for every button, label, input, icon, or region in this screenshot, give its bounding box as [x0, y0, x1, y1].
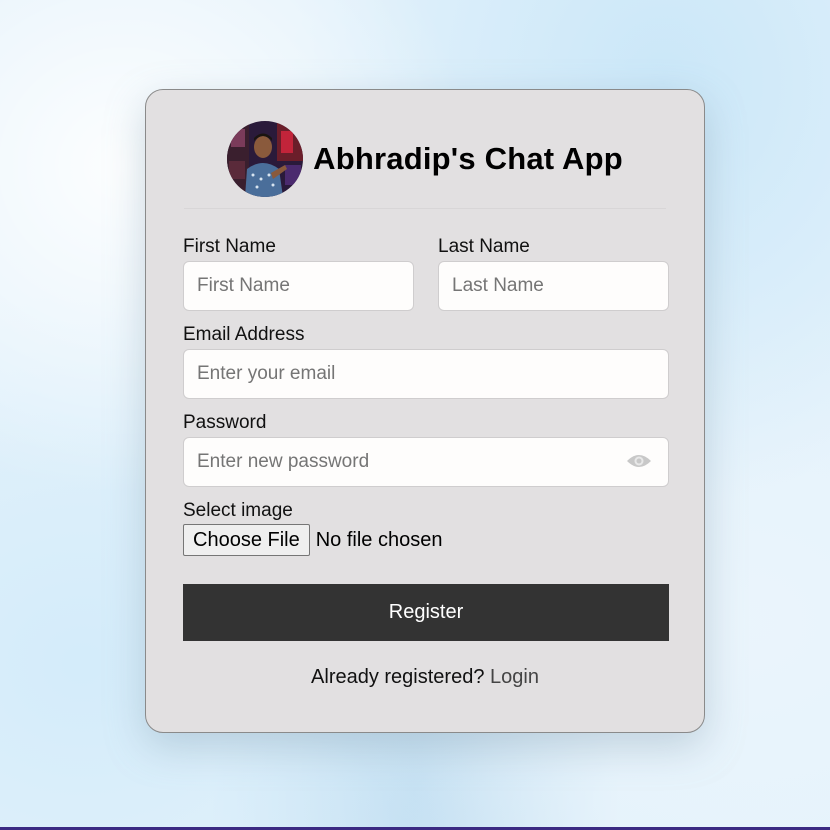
- login-prompt: Already registered? Login: [146, 666, 704, 689]
- login-prompt-text: Already registered?: [311, 666, 485, 688]
- password-label: Password: [183, 412, 267, 433]
- register-button[interactable]: Register: [183, 584, 669, 641]
- image-file-picker: Choose File No file chosen: [183, 524, 442, 556]
- app-header: Abhradip's Chat App: [146, 121, 704, 197]
- password-input[interactable]: [183, 437, 669, 487]
- first-name-label: First Name: [183, 236, 276, 257]
- image-label: Select image: [183, 500, 293, 521]
- last-name-label: Last Name: [438, 236, 530, 257]
- login-link[interactable]: Login: [490, 666, 539, 688]
- last-name-input[interactable]: [438, 261, 669, 311]
- header-divider: [184, 208, 666, 209]
- email-input[interactable]: [183, 349, 669, 399]
- eye-icon[interactable]: [626, 452, 652, 470]
- choose-file-button[interactable]: Choose File: [183, 524, 310, 556]
- file-status-text: No file chosen: [315, 528, 443, 551]
- app-avatar: [227, 121, 304, 197]
- register-card: Abhradip's Chat App First Name Last Name…: [145, 89, 705, 733]
- first-name-input[interactable]: [183, 261, 414, 311]
- email-label: Email Address: [183, 324, 305, 345]
- app-title: Abhradip's Chat App: [313, 141, 623, 176]
